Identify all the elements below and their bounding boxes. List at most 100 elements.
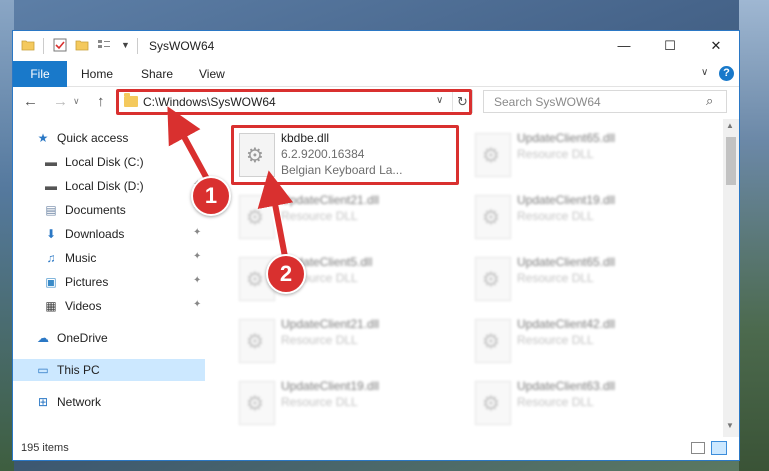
file-item[interactable]: UpdateClient65.dll Resource DLL <box>471 127 707 183</box>
window-title: SysWOW64 <box>149 39 215 53</box>
large-icons-view-icon[interactable] <box>711 441 727 455</box>
sidebar-item-downloads[interactable]: ⬇ Downloads ✦ <box>13 223 205 245</box>
explorer-window: ▼ SysWOW64 — ☐ ✕ File Home Share View ∨ … <box>12 30 740 461</box>
address-highlight-box <box>116 89 472 115</box>
videos-icon: ▦ <box>45 299 57 313</box>
file-description: Resource DLL <box>517 147 594 161</box>
drive-icon: ▬ <box>45 179 57 193</box>
file-description: Resource DLL <box>281 209 358 223</box>
dll-file-icon <box>475 257 511 301</box>
file-item[interactable]: UpdateClient19.dll Resource DLL <box>235 375 471 431</box>
sidebar-item-label: Pictures <box>65 275 109 289</box>
dll-file-icon <box>475 381 511 425</box>
navigation-pane: ★ Quick access ▬ Local Disk (C:) ✦ ▬ Loc… <box>13 119 205 437</box>
file-item[interactable]: UpdateClient63.dll Resource DLL <box>471 375 707 431</box>
sidebar-item-label: Network <box>57 395 102 409</box>
sidebar-item-music[interactable]: ♫ Music ✦ <box>13 247 205 269</box>
file-name: UpdateClient19.dll <box>517 193 616 207</box>
forward-arrow-icon[interactable]: → <box>53 93 68 110</box>
item-count: 195 items <box>21 442 69 454</box>
file-description: Resource DLL <box>517 271 594 285</box>
sidebar-item-onedrive[interactable]: ☁ OneDrive <box>13 327 205 349</box>
pin-icon: ✦ <box>193 227 202 238</box>
file-name: UpdateClient65.dll <box>517 255 616 269</box>
star-icon: ★ <box>37 131 49 145</box>
file-name: UpdateClient42.dll <box>517 317 616 331</box>
file-name: UpdateClient21.dll <box>281 193 380 207</box>
ribbon-tabs: File Home Share View ∨ ? <box>13 61 739 87</box>
file-item[interactable]: UpdateClient19.dll Resource DLL <box>471 189 707 245</box>
quick-access-dropdown-icon[interactable]: ▼ <box>121 40 135 54</box>
pin-icon: ✦ <box>193 299 202 310</box>
pin-icon: ✦ <box>193 275 202 286</box>
music-icon: ♫ <box>46 251 56 265</box>
file-description: Resource DLL <box>281 395 358 409</box>
customize-icon[interactable] <box>97 38 111 52</box>
chevron-down-icon[interactable]: ∨ <box>701 67 708 78</box>
file-name: UpdateClient65.dll <box>517 131 616 145</box>
sidebar-item-label: Downloads <box>65 227 125 241</box>
file-name: UpdateClient19.dll <box>281 379 380 393</box>
status-bar: 195 items <box>13 437 739 460</box>
file-item[interactable]: UpdateClient21.dll Resource DLL <box>235 313 471 369</box>
this-pc-icon: ▭ <box>37 363 49 377</box>
scroll-up-icon[interactable]: ▲ <box>726 121 734 130</box>
file-item[interactable]: UpdateClient21.dll Resource DLL <box>235 189 471 245</box>
search-input[interactable]: Search SysWOW64 ⌕ <box>483 90 727 113</box>
pin-icon: ✦ <box>193 251 202 262</box>
sidebar-item-label: This PC <box>57 363 100 377</box>
sidebar-item-this-pc[interactable]: ▭ This PC <box>13 359 205 381</box>
details-view-icon[interactable] <box>691 442 705 454</box>
dll-file-icon <box>475 319 511 363</box>
scroll-down-icon[interactable]: ▼ <box>726 421 734 430</box>
file-item[interactable]: UpdateClient42.dll Resource DLL <box>471 313 707 369</box>
sidebar-item-label: Local Disk (D:) <box>65 179 144 193</box>
minimize-button[interactable]: — <box>601 31 647 61</box>
back-arrow-icon[interactable]: ← <box>23 93 38 110</box>
dll-file-icon <box>239 319 275 363</box>
file-description: Resource DLL <box>281 333 358 347</box>
maximize-button[interactable]: ☐ <box>647 31 693 61</box>
title-bar: ▼ SysWOW64 — ☐ ✕ <box>13 31 739 61</box>
sidebar-item-local-disk-d[interactable]: ▬ Local Disk (D:) ✦ <box>13 175 205 197</box>
search-placeholder: Search SysWOW64 <box>494 95 601 109</box>
file-item[interactable]: UpdateClient65.dll Resource DLL <box>471 251 707 307</box>
documents-icon: ▤ <box>45 203 57 217</box>
tab-file[interactable]: File <box>13 61 67 87</box>
recent-locations-icon[interactable]: ∨ <box>73 96 80 107</box>
tab-view[interactable]: View <box>199 61 225 87</box>
vertical-scrollbar[interactable]: ▲ ▼ <box>723 119 739 437</box>
navigation-bar: ← → ∨ ↑ C:\Windows\SysWOW64 ∨ ↻ Search S… <box>13 87 739 117</box>
properties-check-icon[interactable] <box>53 38 67 52</box>
file-description: Resource DLL <box>517 395 594 409</box>
downloads-icon: ⬇ <box>45 227 57 241</box>
sidebar-item-quick-access[interactable]: ★ Quick access <box>13 127 205 149</box>
dll-file-icon <box>239 195 275 239</box>
sidebar-item-label: Quick access <box>57 131 129 145</box>
file-name: UpdateClient21.dll <box>281 317 380 331</box>
folder-icon[interactable] <box>21 38 35 52</box>
up-arrow-icon[interactable]: ↑ <box>97 93 105 110</box>
file-name: UpdateClient63.dll <box>517 379 616 393</box>
sidebar-item-videos[interactable]: ▦ Videos ✦ <box>13 295 205 317</box>
new-folder-icon[interactable] <box>75 38 89 52</box>
help-icon[interactable]: ? <box>719 66 734 81</box>
search-icon[interactable]: ⌕ <box>706 93 713 109</box>
sidebar-item-label: OneDrive <box>57 331 108 345</box>
sidebar-item-label: Music <box>65 251 97 265</box>
step-badge-2: 2 <box>266 254 306 294</box>
close-button[interactable]: ✕ <box>693 31 739 61</box>
sidebar-item-local-disk-c[interactable]: ▬ Local Disk (C:) ✦ <box>13 151 205 173</box>
tab-share[interactable]: Share <box>141 61 173 87</box>
sidebar-item-network[interactable]: ⊞ Network <box>13 391 205 413</box>
drive-icon: ▬ <box>45 155 57 169</box>
tab-home[interactable]: Home <box>81 61 113 87</box>
dll-file-icon <box>239 381 275 425</box>
dll-file-icon <box>475 133 511 177</box>
scrollbar-thumb[interactable] <box>726 137 736 185</box>
sidebar-item-pictures[interactable]: ▣ Pictures ✦ <box>13 271 205 293</box>
sidebar-item-documents[interactable]: ▤ Documents ✦ <box>13 199 205 221</box>
pin-icon: ✦ <box>193 155 202 166</box>
toolbar-separator <box>137 38 138 54</box>
step-badge-1: 1 <box>191 176 231 216</box>
